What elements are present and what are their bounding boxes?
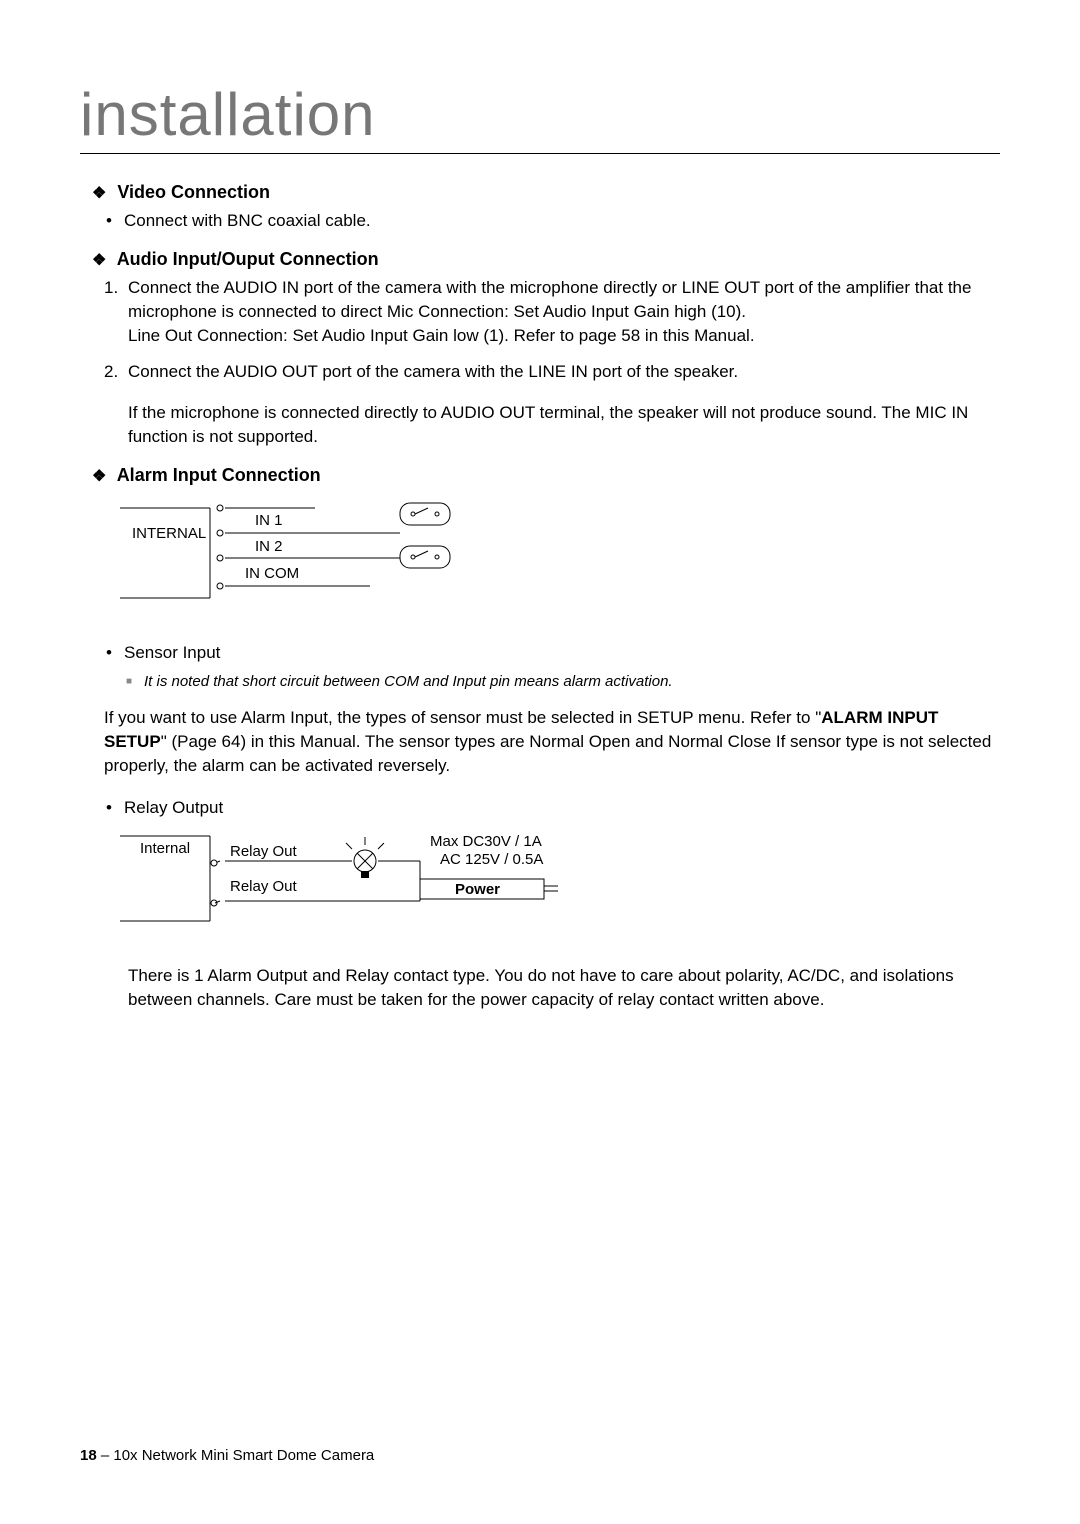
clover-icon: ❖ bbox=[92, 250, 106, 270]
power-label: Power bbox=[455, 881, 500, 898]
sensor-input-bullet: Sensor Input bbox=[124, 641, 1000, 665]
heading-audio-text: Audio Input/Ouput Connection bbox=[117, 249, 379, 269]
relay-output-diagram: Internal Relay Out Relay Out Power bbox=[120, 831, 1000, 946]
audio-step-1b: Line Out Connection: Set Audio Input Gai… bbox=[128, 326, 755, 345]
sensor-input-note: It is noted that short circuit between C… bbox=[144, 673, 1000, 690]
alarm-setup-post: " (Page 64) in this Manual. The sensor t… bbox=[104, 732, 991, 775]
relay-out2: Relay Out bbox=[230, 878, 298, 895]
footer-product: 10x Network Mini Smart Dome Camera bbox=[113, 1447, 374, 1464]
clover-icon: ❖ bbox=[92, 466, 106, 486]
diagram-in1: IN 1 bbox=[255, 512, 283, 529]
bulb-icon bbox=[346, 837, 384, 878]
heading-alarm-text: Alarm Input Connection bbox=[117, 465, 321, 485]
relay-output-bullet: Relay Output bbox=[124, 796, 1000, 820]
rating1: Max DC30V / 1A bbox=[430, 833, 542, 850]
heading-video: ❖ Video Connection bbox=[92, 182, 1000, 203]
heading-alarm: ❖ Alarm Input Connection bbox=[92, 465, 1000, 486]
clover-icon: ❖ bbox=[92, 183, 106, 203]
alarm-setup-pre: If you want to use Alarm Input, the type… bbox=[104, 708, 821, 727]
alarm-input-diagram: INTERNAL IN 1 IN 2 IN COM bbox=[120, 498, 1000, 623]
rating2: AC 125V / 0.5A bbox=[440, 851, 543, 868]
relay-output-note: There is 1 Alarm Output and Relay contac… bbox=[128, 964, 1000, 1012]
page-footer: 18 – 10x Network Mini Smart Dome Camera bbox=[80, 1447, 374, 1464]
video-bullet-1: Connect with BNC coaxial cable. bbox=[124, 209, 1000, 233]
diagram-in2: IN 2 bbox=[255, 538, 283, 555]
diagram-incom: IN COM bbox=[245, 565, 299, 582]
audio-warning: If the microphone is connected directly … bbox=[128, 401, 1000, 449]
page-number: 18 bbox=[80, 1447, 97, 1464]
footer-sep: – bbox=[101, 1447, 109, 1464]
audio-step-2-text: Connect the AUDIO OUT port of the camera… bbox=[128, 362, 738, 381]
alarm-setup-note: If you want to use Alarm Input, the type… bbox=[104, 706, 1000, 777]
heading-video-text: Video Connection bbox=[117, 182, 270, 202]
relay-internal: Internal bbox=[140, 840, 190, 857]
page-title: installation bbox=[80, 80, 1000, 154]
audio-step-1a: Connect the AUDIO IN port of the camera … bbox=[128, 278, 971, 321]
relay-out1: Relay Out bbox=[230, 843, 298, 860]
audio-step-1: Connect the AUDIO IN port of the camera … bbox=[104, 276, 1000, 347]
heading-audio: ❖ Audio Input/Ouput Connection bbox=[92, 249, 1000, 270]
audio-step-2: Connect the AUDIO OUT port of the camera… bbox=[104, 360, 1000, 449]
diagram-internal-label: INTERNAL bbox=[132, 525, 206, 542]
